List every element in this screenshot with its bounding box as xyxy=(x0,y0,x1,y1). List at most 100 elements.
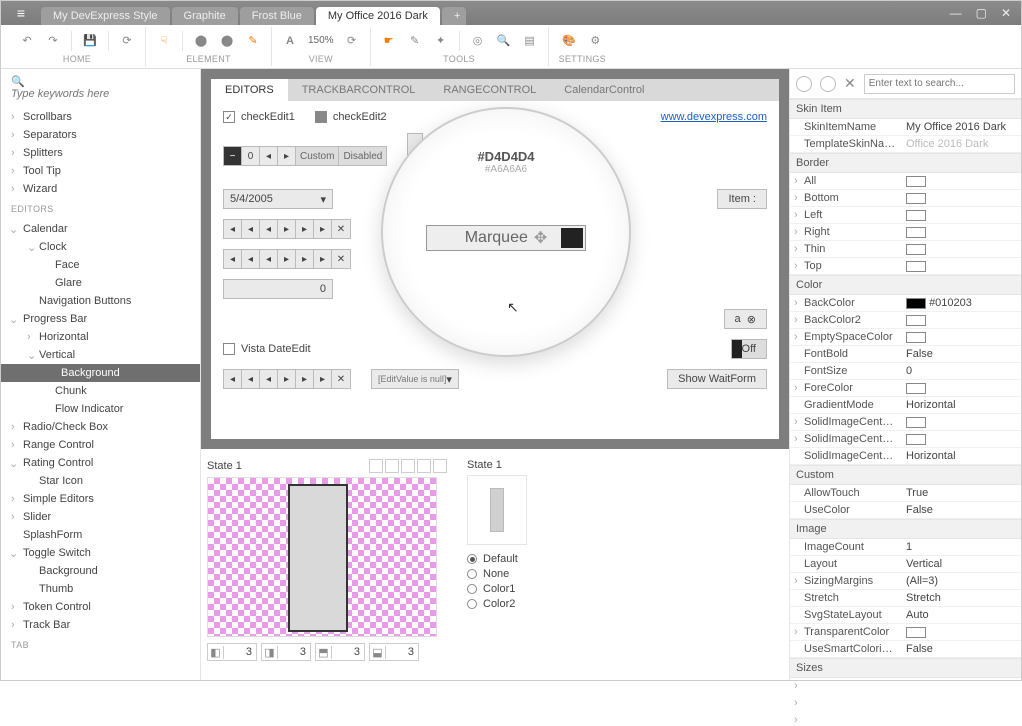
node-slider[interactable]: Slider xyxy=(1,508,200,526)
zoom-value[interactable]: 150% xyxy=(308,35,334,46)
node-trackbar[interactable]: Track Bar xyxy=(1,616,200,634)
blob2-icon[interactable]: ⬤ xyxy=(219,33,235,49)
prop-top[interactable]: Top xyxy=(790,259,902,273)
node-ratingcontrol[interactable]: Rating Control xyxy=(1,454,200,472)
ptab-trackbar[interactable]: TRACKBARCONTROL xyxy=(288,79,430,101)
close-icon[interactable]: ⊗ xyxy=(747,313,756,326)
wand-icon[interactable]: ✦ xyxy=(433,33,449,49)
chevron-down-icon[interactable]: ▾ xyxy=(446,373,452,386)
blob1-icon[interactable]: ⬤ xyxy=(193,33,209,49)
margin-bottom[interactable]: ⬓3 xyxy=(369,643,419,661)
node-toggle-bg[interactable]: Background xyxy=(1,562,200,580)
node-staricon[interactable]: Star Icon xyxy=(1,472,200,490)
close-button[interactable]: ✕ xyxy=(1001,6,1011,20)
radio-none[interactable]: None xyxy=(467,568,607,580)
node-tooltip[interactable]: Tool Tip xyxy=(1,162,200,180)
panel-icon2[interactable] xyxy=(820,76,836,92)
checkedit1[interactable]: ✓checkEdit1 xyxy=(223,111,295,123)
node-chunk[interactable]: Chunk xyxy=(1,382,200,400)
save-icon[interactable]: 💾 xyxy=(82,33,98,49)
prop-left[interactable]: Left xyxy=(790,208,902,222)
item-badge[interactable]: Item : xyxy=(717,189,767,209)
marquee-bar[interactable]: Marquee ✥ xyxy=(426,225,586,251)
node-clock[interactable]: Clock xyxy=(1,238,200,256)
node-flowindicator[interactable]: Flow Indicator xyxy=(1,400,200,418)
node-rangecontrol[interactable]: Range Control xyxy=(1,436,200,454)
hamburger-menu[interactable]: ≡ xyxy=(1,1,41,25)
panel-close-icon[interactable]: ✕ xyxy=(844,75,856,92)
radio-color2[interactable]: Color2 xyxy=(467,598,607,610)
font-icon[interactable]: A xyxy=(282,33,298,49)
show-waitform-button[interactable]: Show WaitForm xyxy=(667,369,767,389)
spin-custom[interactable]: −0◂▸CustomDisabled xyxy=(223,146,387,166)
editvalue-null[interactable]: [EditValue is null]▾ xyxy=(371,369,459,389)
node-calendar[interactable]: Calendar xyxy=(1,220,200,238)
hand-icon[interactable]: ☛ xyxy=(381,33,397,49)
prop-sizingmargins[interactable]: SizingMargins xyxy=(790,574,902,588)
radio-color1[interactable]: Color1 xyxy=(467,583,607,595)
refresh-icon[interactable]: ⟳ xyxy=(119,33,135,49)
cursor-icon[interactable]: ☟ xyxy=(156,33,172,49)
margin-top[interactable]: ⬒3 xyxy=(315,643,365,661)
node-navbuttons[interactable]: Navigation Buttons xyxy=(1,292,200,310)
a-chip[interactable]: a ⊗ xyxy=(724,309,767,329)
nav-strip3[interactable]: ◂◂◂▸▸▸✕ xyxy=(223,369,351,389)
spin-dec-icon[interactable]: − xyxy=(224,147,242,165)
dropper-icon[interactable]: ✎ xyxy=(407,33,423,49)
node-toggleswitch[interactable]: Toggle Switch xyxy=(1,544,200,562)
minimize-button[interactable]: — xyxy=(950,6,962,20)
prop-contentmargins[interactable]: ContentMargins xyxy=(790,679,902,680)
off-toggle2[interactable]: Off xyxy=(731,339,767,359)
panel-icon1[interactable] xyxy=(796,76,812,92)
palette-icon[interactable]: 🎨 xyxy=(561,33,577,49)
restore-button[interactable]: ▢ xyxy=(976,6,987,20)
ptab-calendar[interactable]: CalendarControl xyxy=(550,79,658,101)
prop-all[interactable]: All xyxy=(790,174,902,188)
margin-left[interactable]: ◧3 xyxy=(207,643,257,661)
tab-mydevexpress[interactable]: My DevExpress Style xyxy=(41,7,170,25)
node-progressbar[interactable]: Progress Bar xyxy=(1,310,200,328)
prop-emptyspace[interactable]: EmptySpaceColor xyxy=(790,330,902,344)
node-scrollbars[interactable]: Scrollbars xyxy=(1,108,200,126)
node-face[interactable]: Face xyxy=(1,256,200,274)
prop-solidcenter2[interactable]: SolidImageCenterColor2 xyxy=(790,432,902,446)
state-view-options[interactable] xyxy=(369,459,447,473)
node-background-selected[interactable]: Background xyxy=(1,364,200,382)
devexpress-link[interactable]: www.devexpress.com xyxy=(661,111,767,123)
prop-thin[interactable]: Thin xyxy=(790,242,902,256)
redo-icon[interactable]: ↷ xyxy=(45,33,61,49)
date-input[interactable]: 5/4/2005▾ xyxy=(223,189,333,209)
page-icon[interactable]: ▤ xyxy=(522,33,538,49)
node-simpleeditors[interactable]: Simple Editors xyxy=(1,490,200,508)
property-search-input[interactable] xyxy=(864,74,1015,94)
node-radiocheck[interactable]: Radio/Check Box xyxy=(1,418,200,436)
node-glare[interactable]: Glare xyxy=(1,274,200,292)
checkedit2[interactable]: checkEdit2 xyxy=(315,111,387,123)
prop-solidcenter[interactable]: SolidImageCenterColor xyxy=(790,415,902,429)
node-wizard[interactable]: Wizard xyxy=(1,180,200,198)
prop-backcolor2[interactable]: BackColor2 xyxy=(790,313,902,327)
prop-bottom[interactable]: Bottom xyxy=(790,191,902,205)
radio-default[interactable]: Default xyxy=(467,553,607,565)
node-separators[interactable]: Separators xyxy=(1,126,200,144)
tab-graphite[interactable]: Graphite xyxy=(172,7,238,25)
prop-transparent[interactable]: TransparentColor xyxy=(790,625,902,639)
prop-right[interactable]: Right xyxy=(790,225,902,239)
node-tokencontrol[interactable]: Token Control xyxy=(1,598,200,616)
tab-myoffice2016dark[interactable]: My Office 2016 Dark xyxy=(316,7,440,25)
prop-forecolor[interactable]: ForeColor xyxy=(790,381,902,395)
tab-frostblue[interactable]: Frost Blue xyxy=(240,7,314,25)
node-horizontal[interactable]: Horizontal xyxy=(1,328,200,346)
nav-strip2[interactable]: ◂◂◂▸▸▸✕ xyxy=(223,249,351,269)
node-vertical[interactable]: Vertical xyxy=(1,346,200,364)
node-toggle-thumb[interactable]: Thumb xyxy=(1,580,200,598)
state-image-preview[interactable] xyxy=(207,477,437,637)
target-icon[interactable]: ◎ xyxy=(470,33,486,49)
chevron-down-icon[interactable]: ▾ xyxy=(320,193,326,206)
ptab-editors[interactable]: EDITORS xyxy=(211,79,288,101)
ptab-rangecontrol[interactable]: RANGECONTROL xyxy=(429,79,550,101)
searchtool-icon[interactable]: 🔍 xyxy=(496,33,512,49)
prop-backcolor[interactable]: BackColor xyxy=(790,296,902,310)
node-splashform[interactable]: SplashForm xyxy=(1,526,200,544)
tree-search-input[interactable] xyxy=(11,88,190,100)
